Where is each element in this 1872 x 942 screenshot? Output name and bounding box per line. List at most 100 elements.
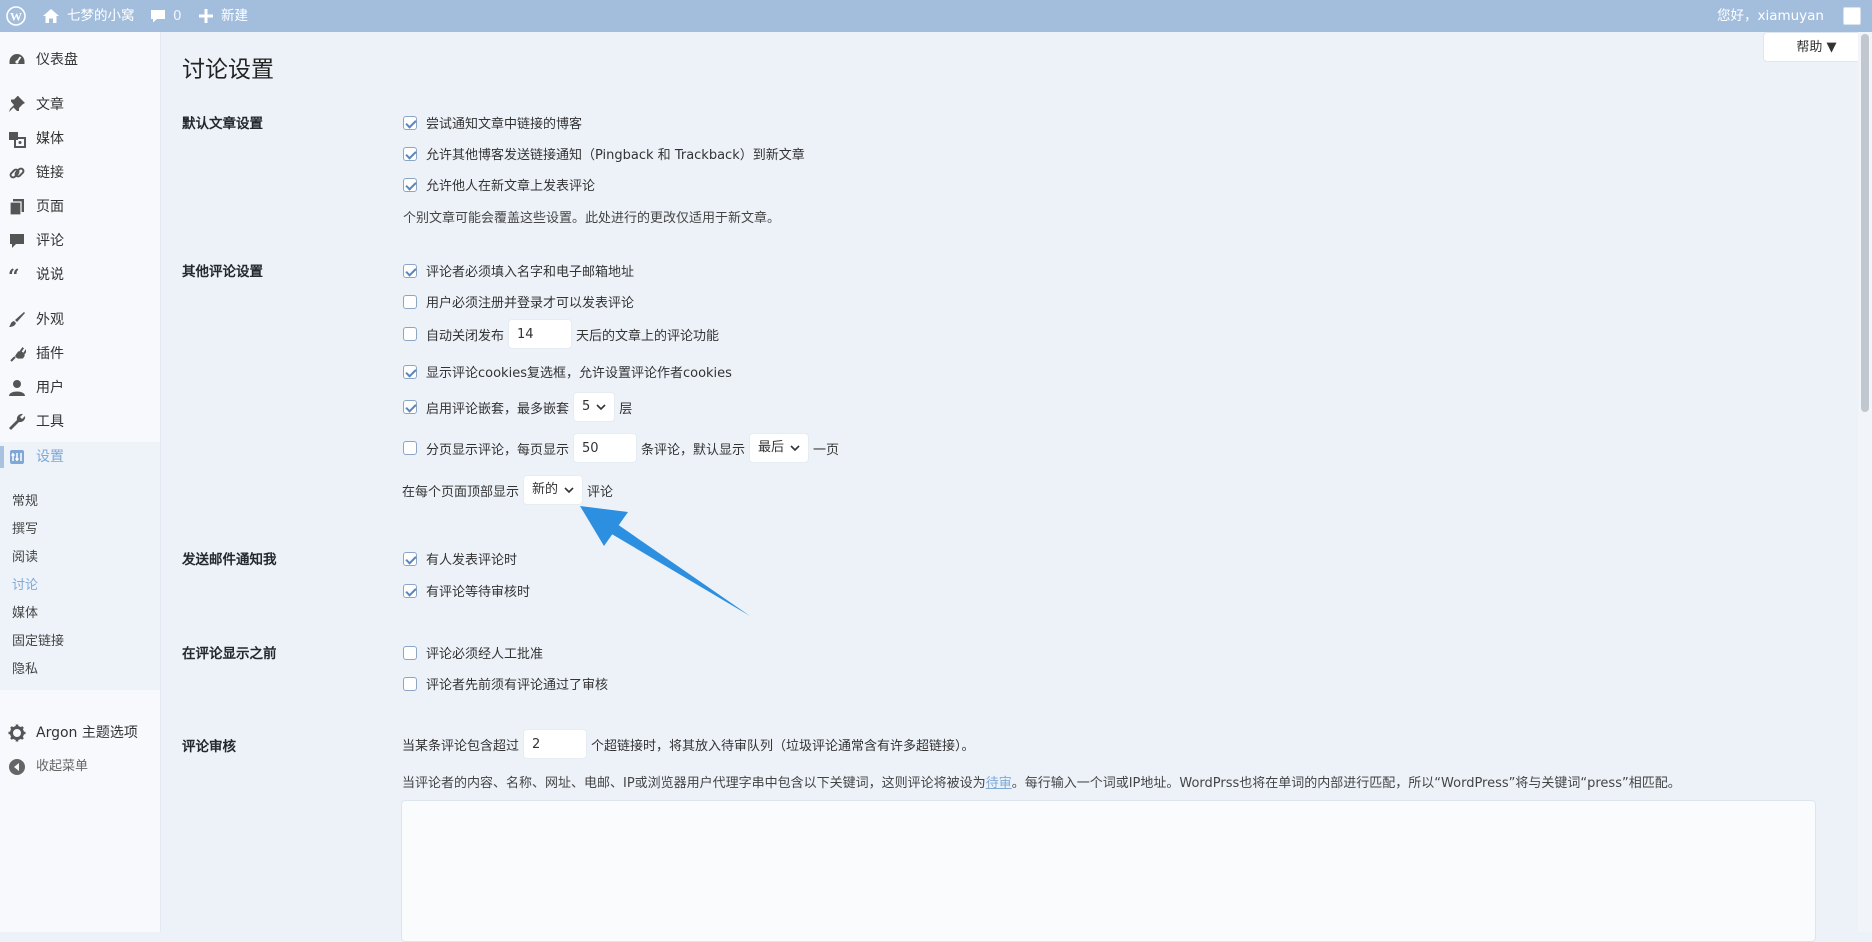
sidebar-item-dashboard[interactable]: 仪表盘 (0, 43, 160, 77)
sidebar-item-comments[interactable]: 评论 (0, 224, 160, 258)
collapse-menu-button[interactable]: 收起菜单 (0, 750, 160, 784)
greeting-text: 您好，xiamuyan (1716, 8, 1824, 24)
section-label-before-appear: 在评论显示之前 (182, 646, 277, 662)
submenu-media[interactable]: 媒体 (12, 602, 38, 621)
site-home-link[interactable]: 七梦的小窝 (42, 0, 135, 32)
close-days-input[interactable]: 14 (508, 319, 573, 349)
sidebar-item-label: 页面 (36, 199, 64, 215)
option-label: 分页显示评论，每页显示 (426, 442, 570, 458)
chevron-down-icon (564, 486, 574, 493)
scrollbar[interactable] (1858, 32, 1872, 932)
checkbox[interactable] (403, 263, 417, 278)
sidebar-item-label: 媒体 (36, 131, 64, 147)
max-links-input[interactable]: 2 (523, 729, 588, 759)
checkbox[interactable] (403, 583, 417, 598)
account-greeting[interactable]: 您好，xiamuyan (1717, 0, 1824, 32)
moderation-keys-textarea[interactable] (401, 800, 1816, 942)
wordpress-logo-icon[interactable]: W (6, 0, 26, 32)
note-text: 当评论者的内容、名称、网址、电邮、IP或浏览器用户代理字串中包含以下关键词，这则… (402, 776, 986, 791)
checkbox[interactable] (403, 364, 417, 379)
comment-count: 0 (173, 8, 182, 24)
sidebar-item-argon-options[interactable]: Argon 主题选项 (0, 716, 160, 750)
submenu-discussion[interactable]: 讨论 (12, 574, 38, 593)
option-row[interactable]: 显示评论cookies复选框，允许设置评论作者cookies (403, 362, 732, 381)
sidebar-item-tools[interactable]: 工具 (0, 405, 160, 439)
option-label: 尝试通知文章中链接的博客 (426, 117, 583, 132)
checkbox[interactable] (403, 115, 417, 130)
sidebar-item-label: 仪表盘 (36, 52, 78, 68)
sidebar-item-label: 说说 (36, 267, 64, 283)
option-row[interactable]: 允许其他博客发送链接通知（Pingback 和 Trackback）到新文章 (403, 144, 805, 163)
checkbox[interactable] (403, 551, 417, 566)
chevron-down-icon (790, 444, 800, 451)
avatar[interactable] (1843, 7, 1861, 25)
sidebar-item-label: 外观 (36, 312, 64, 328)
option-row[interactable]: 有人发表评论时 (403, 549, 517, 568)
submenu-privacy[interactable]: 隐私 (12, 658, 38, 677)
option-label: 评论必须经人工批准 (426, 647, 544, 662)
sidebar-item-label: 链接 (36, 165, 64, 181)
moderation-keywords-note: 当评论者的内容、名称、网址、电邮、IP或浏览器用户代理字串中包含以下关键词，这则… (402, 772, 1681, 791)
gear-icon (8, 724, 26, 742)
sidebar-item-label: Argon 主题选项 (36, 725, 138, 741)
select-value: 5 (582, 399, 591, 414)
svg-text:W: W (10, 10, 22, 24)
option-label: 评论者先前须有评论通过了审核 (426, 678, 609, 693)
sidebar-item-links[interactable]: 链接 (0, 156, 160, 190)
sidebar-item-appearance[interactable]: 外观 (0, 303, 160, 337)
checkbox[interactable] (403, 327, 417, 341)
per-page-input[interactable]: 50 (573, 433, 638, 463)
checkbox[interactable] (403, 294, 417, 309)
option-row[interactable]: 评论者必须填入名字和电子邮箱地址 (403, 261, 634, 280)
sidebar-item-media[interactable]: 媒体 (0, 122, 160, 156)
sidebar-item-plugins[interactable]: 插件 (0, 337, 160, 371)
submenu-writing[interactable]: 撰写 (12, 518, 38, 537)
option-row[interactable]: 分页显示评论，每页显示 50 条评论，默认显示 最后 一页 (403, 433, 839, 463)
new-content-link[interactable]: 新建 (199, 0, 248, 32)
help-button[interactable]: 帮助 ▼ (1763, 32, 1870, 62)
default-page-select[interactable]: 最后 (749, 433, 810, 463)
checkbox[interactable] (403, 441, 417, 455)
sidebar-item-users[interactable]: 用户 (0, 371, 160, 405)
option-row[interactable]: 启用评论嵌套，最多嵌套 5 层 (403, 392, 632, 422)
option-row[interactable]: 允许他人在新文章上发表评论 (403, 175, 595, 194)
checkbox[interactable] (403, 676, 417, 691)
sidebar-item-label: 文章 (36, 97, 64, 113)
option-label: 个超链接时，将其放入待审队列（垃圾评论通常含有许多超链接）。 (591, 738, 975, 754)
option-row[interactable]: 有评论等待审核时 (403, 581, 530, 600)
checkbox[interactable] (403, 177, 417, 192)
option-label: 条评论，默认显示 (641, 442, 746, 458)
brush-icon (9, 312, 25, 327)
submenu-general[interactable]: 常规 (12, 490, 38, 509)
sidebar-item-pages[interactable]: 页面 (0, 190, 160, 224)
sidebar-item-settings[interactable]: 设置 (0, 440, 160, 474)
checkbox[interactable] (403, 645, 417, 660)
sidebar-item-shuoshuo[interactable]: “ 说说 (0, 258, 160, 292)
option-row[interactable]: 尝试通知文章中链接的博客 (403, 113, 582, 132)
option-label: 用户必须注册并登录才可以发表评论 (426, 296, 635, 311)
admin-sidebar: 仪表盘 文章 媒体 链接 页面 评论 “ 说说 外观 插件 用户 工具 设置 常… (0, 32, 161, 932)
option-row[interactable]: 自动关闭发布 14 天后的文章上的评论功能 (403, 319, 719, 349)
sidebar-item-posts[interactable]: 文章 (0, 88, 160, 122)
nesting-depth-select[interactable]: 5 (573, 392, 616, 422)
comments-link[interactable]: 0 (150, 0, 182, 32)
option-row[interactable]: 评论必须经人工批准 (403, 643, 543, 662)
comment-bubble-icon (151, 10, 165, 23)
collapse-arrow-icon (9, 759, 25, 775)
quote-icon: “ (8, 266, 20, 284)
option-label: 自动关闭发布 (426, 328, 505, 344)
svg-text:“: “ (8, 266, 20, 284)
plus-icon (199, 9, 213, 23)
option-row[interactable]: 用户必须注册并登录才可以发表评论 (403, 292, 634, 311)
checkbox[interactable] (403, 400, 417, 414)
scrollbar-thumb[interactable] (1861, 34, 1869, 412)
pin-icon (9, 96, 25, 112)
checkbox[interactable] (403, 146, 417, 161)
pending-link[interactable]: 待审 (986, 776, 1012, 791)
option-row[interactable]: 评论者先前须有评论通过了审核 (403, 674, 608, 693)
sidebar-item-label: 用户 (36, 380, 64, 396)
plugin-icon (10, 347, 26, 362)
settings-icon (10, 450, 24, 464)
submenu-reading[interactable]: 阅读 (12, 546, 38, 565)
submenu-permalinks[interactable]: 固定链接 (12, 630, 64, 649)
